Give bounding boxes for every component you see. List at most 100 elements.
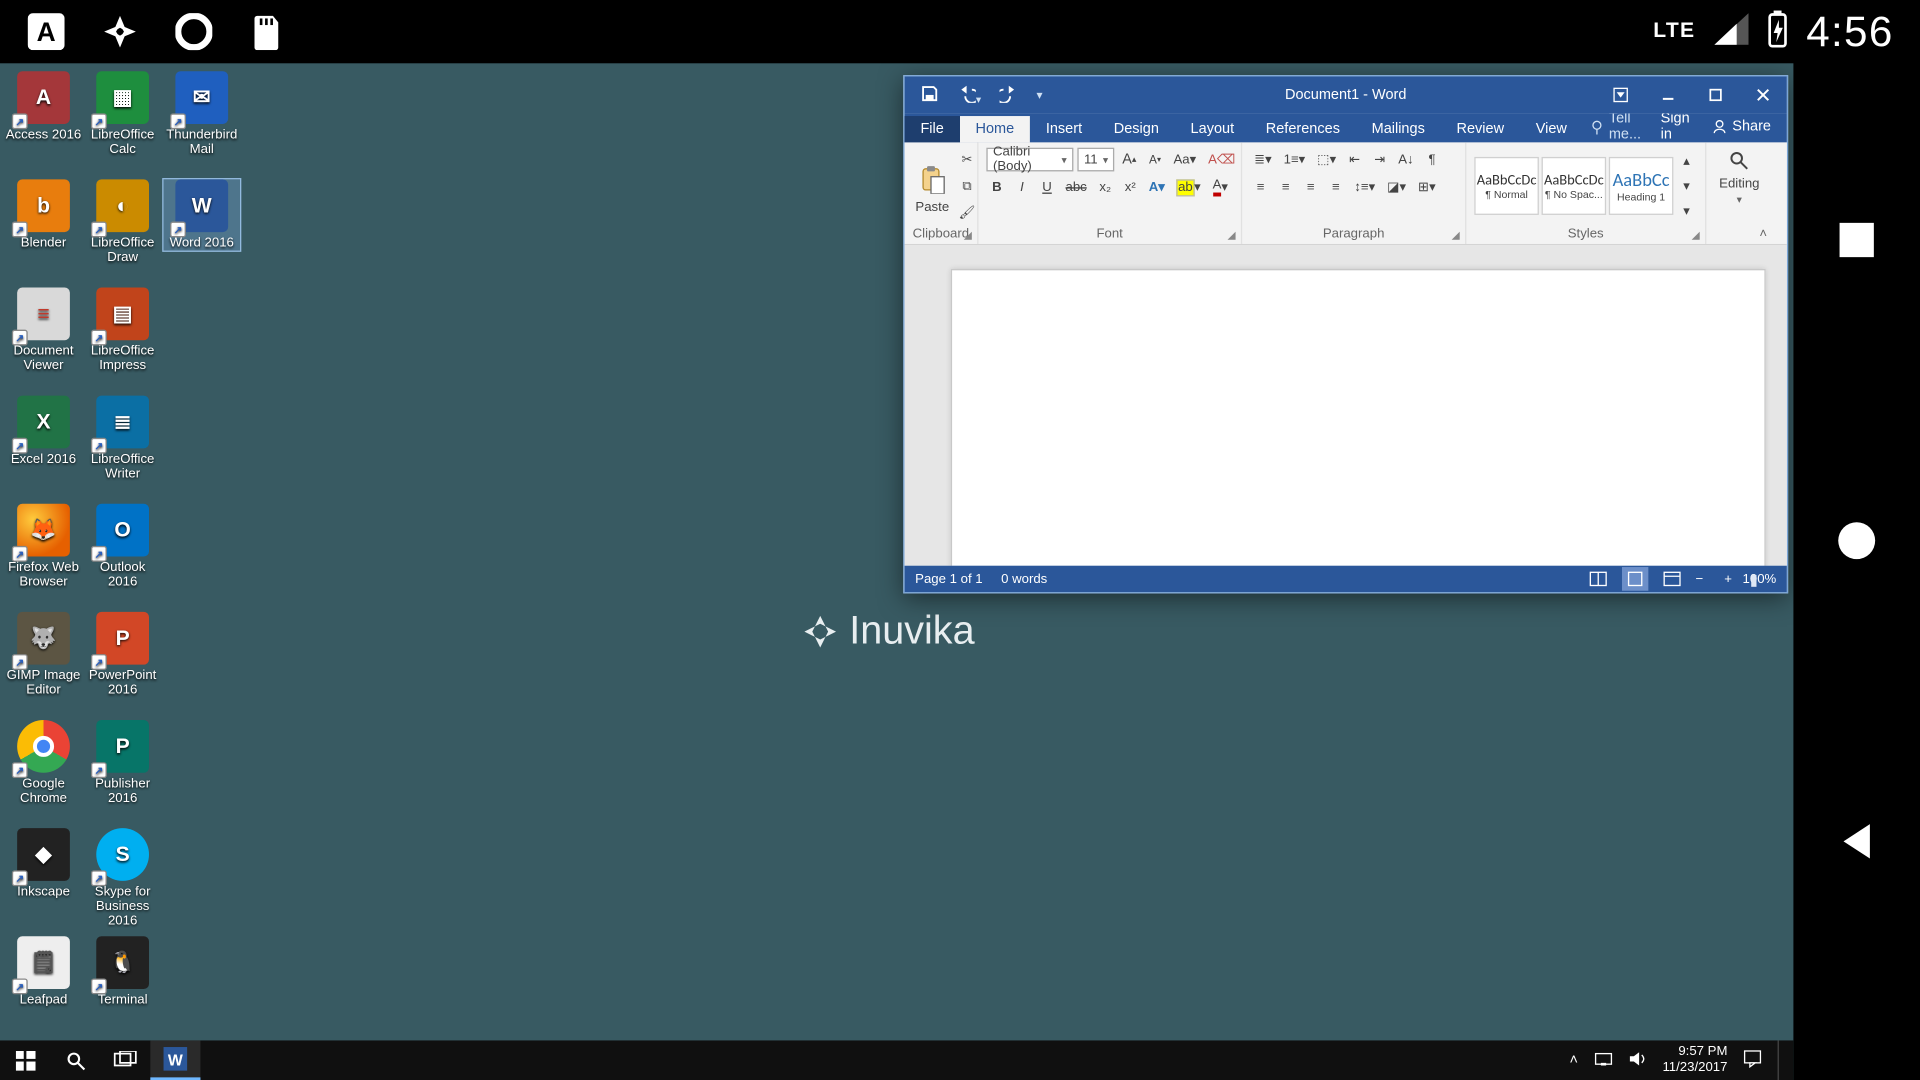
tab-insert[interactable]: Insert — [1030, 116, 1098, 142]
start-icon[interactable] — [0, 1040, 50, 1080]
home-circle-icon[interactable] — [1836, 520, 1878, 562]
styles-scroll-down-icon[interactable]: ▾ — [1676, 174, 1697, 198]
desktop-icon-excel[interactable]: X↗Excel 2016 — [5, 396, 81, 467]
desktop-icon-terminal[interactable]: 🐧↗Terminal — [84, 936, 160, 1007]
print-layout-icon[interactable] — [1622, 567, 1648, 591]
italic-button[interactable]: I — [1011, 175, 1032, 199]
paragraph-dialog-icon[interactable]: ◢ — [1452, 229, 1460, 241]
word-titlebar[interactable]: ▾ ▾ Document1 - Word — [905, 76, 1787, 113]
desktop-icon-chrome[interactable]: ↗Google Chrome — [5, 720, 81, 806]
desktop-icon-ppt[interactable]: P↗PowerPoint 2016 — [84, 612, 160, 698]
showmarks-icon[interactable]: ¶ — [1421, 148, 1442, 172]
multilevel-icon[interactable]: ⬚▾ — [1313, 148, 1340, 172]
share-button[interactable]: Share — [1711, 119, 1771, 135]
align-right-icon[interactable]: ≡ — [1300, 175, 1321, 199]
save-icon[interactable] — [920, 84, 938, 106]
desktop-icon-lowriter[interactable]: ≣↗LibreOffice Writer — [84, 396, 160, 482]
tab-layout[interactable]: Layout — [1175, 116, 1250, 142]
borders-icon[interactable]: ⊞▾ — [1414, 175, 1440, 199]
styles-more-icon[interactable]: ▾ — [1676, 199, 1697, 223]
tell-me-search[interactable]: Tell me... — [1591, 111, 1661, 143]
tab-home[interactable]: Home — [960, 116, 1030, 142]
tab-design[interactable]: Design — [1098, 116, 1175, 142]
sign-in-link[interactable]: Sign in — [1661, 111, 1693, 143]
dec-indent-icon[interactable]: ⇤ — [1344, 148, 1365, 172]
chevron-up-icon[interactable]: ˄ — [1570, 1052, 1578, 1068]
desktop-icon-skype[interactable]: S↗Skype for Business 2016 — [84, 828, 160, 928]
desktop-icon-locals[interactable]: ▦↗LibreOffice Calc — [84, 71, 160, 157]
line-spacing-icon[interactable]: ↕≡▾ — [1350, 175, 1379, 199]
ribbon-options-icon[interactable] — [1597, 76, 1644, 113]
highlight-icon[interactable]: ab▾ — [1173, 175, 1205, 199]
style-nospacing[interactable]: AaBbCcDc ¶ No Spac... — [1542, 157, 1607, 215]
desktop-icon-thunderbird[interactable]: ✉↗Thunderbird Mail — [164, 71, 240, 157]
tab-review[interactable]: Review — [1441, 116, 1520, 142]
network-tray-icon[interactable] — [1594, 1050, 1612, 1070]
clear-format-icon[interactable]: A⌫ — [1204, 148, 1239, 172]
font-color-icon[interactable]: A▾ — [1209, 175, 1232, 199]
close-icon[interactable] — [1739, 76, 1786, 113]
text-effects-icon[interactable]: A▾ — [1145, 175, 1169, 199]
underline-button[interactable]: U — [1036, 175, 1057, 199]
word-window[interactable]: ▾ ▾ Document1 - Word File Home Insert De… — [903, 75, 1788, 593]
taskbar-word-icon[interactable]: W — [150, 1040, 200, 1080]
justify-icon[interactable]: ≡ — [1325, 175, 1346, 199]
taskbar-clock[interactable]: 9:57 PM 11/23/2017 — [1662, 1044, 1727, 1076]
redo-icon[interactable] — [1000, 84, 1018, 106]
bold-button[interactable]: B — [986, 175, 1007, 199]
superscript-button[interactable]: x² — [1120, 175, 1141, 199]
status-page[interactable]: Page 1 of 1 — [915, 572, 982, 587]
paste-button[interactable] — [913, 158, 953, 200]
styles-dialog-icon[interactable]: ◢ — [1692, 229, 1700, 241]
show-desktop-button[interactable] — [1778, 1040, 1786, 1080]
tab-view[interactable]: View — [1520, 116, 1583, 142]
customize-qat-icon[interactable]: ▾ — [1037, 88, 1043, 103]
tab-file[interactable]: File — [905, 116, 960, 142]
styles-scroll-up-icon[interactable]: ▴ — [1676, 149, 1697, 173]
desktop-icon-gimp[interactable]: 🐺↗GIMP Image Editor — [5, 612, 81, 698]
desktop-icon-leafpad[interactable]: 🗒↗Leafpad — [5, 936, 81, 1007]
desktop-icon-word[interactable]: W↗Word 2016 — [164, 179, 240, 250]
shrink-font-icon[interactable]: A▾ — [1144, 148, 1165, 172]
desktop-icon-firefox[interactable]: 🦊↗Firefox Web Browser — [5, 504, 81, 590]
back-triangle-icon[interactable] — [1836, 820, 1878, 862]
grow-font-icon[interactable]: A▴ — [1118, 148, 1140, 172]
zoom-percent[interactable]: 100% — [1743, 572, 1777, 587]
word-document-area[interactable] — [905, 245, 1787, 565]
tab-references[interactable]: References — [1250, 116, 1356, 142]
desktop-icon-docviewer[interactable]: ≡↗Document Viewer — [5, 287, 81, 373]
align-left-icon[interactable]: ≡ — [1250, 175, 1271, 199]
desktop-icon-publisher[interactable]: P↗Publisher 2016 — [84, 720, 160, 806]
inc-indent-icon[interactable]: ⇥ — [1369, 148, 1390, 172]
strike-button[interactable]: abc — [1062, 175, 1091, 199]
desktop-icon-inkscape[interactable]: ◆↗Inkscape — [5, 828, 81, 899]
align-center-icon[interactable]: ≡ — [1275, 175, 1296, 199]
collapse-ribbon-icon[interactable]: ˄ — [1759, 227, 1767, 242]
web-layout-icon[interactable] — [1659, 567, 1685, 591]
find-icon[interactable] — [1722, 148, 1756, 174]
desktop-icon-loimpress[interactable]: ▤↗LibreOffice Impress — [84, 287, 160, 373]
desktop-icon-access[interactable]: A↗Access 2016 — [5, 71, 81, 142]
font-size-combo[interactable]: 11▾ — [1077, 148, 1114, 172]
font-name-combo[interactable]: Calibri (Body)▾ — [986, 148, 1073, 172]
desktop-icon-lodraw[interactable]: ◐↗LibreOffice Draw — [84, 179, 160, 265]
read-mode-icon[interactable] — [1585, 567, 1611, 591]
taskview-icon[interactable] — [100, 1040, 150, 1080]
shading-icon[interactable]: ◪▾ — [1383, 175, 1410, 199]
tab-mailings[interactable]: Mailings — [1356, 116, 1441, 142]
style-normal[interactable]: AaBbCcDc ¶ Normal — [1474, 157, 1539, 215]
numbering-icon[interactable]: 1≡▾ — [1280, 148, 1310, 172]
sort-icon[interactable]: A↓ — [1394, 148, 1417, 172]
maximize-icon[interactable] — [1692, 76, 1739, 113]
word-page[interactable] — [950, 269, 1765, 566]
clipboard-dialog-icon[interactable]: ◢ — [964, 229, 972, 241]
cut-icon[interactable]: ✂ — [955, 148, 980, 172]
recents-square-icon[interactable] — [1836, 219, 1878, 261]
subscript-button[interactable]: x₂ — [1095, 175, 1116, 199]
volume-icon[interactable] — [1628, 1050, 1646, 1070]
copy-icon[interactable]: ⧉ — [955, 174, 980, 198]
zoom-out-button[interactable]: − — [1695, 572, 1703, 587]
change-case-icon[interactable]: Aa▾ — [1169, 148, 1200, 172]
minimize-icon[interactable] — [1644, 76, 1691, 113]
action-center-icon[interactable] — [1743, 1049, 1761, 1071]
